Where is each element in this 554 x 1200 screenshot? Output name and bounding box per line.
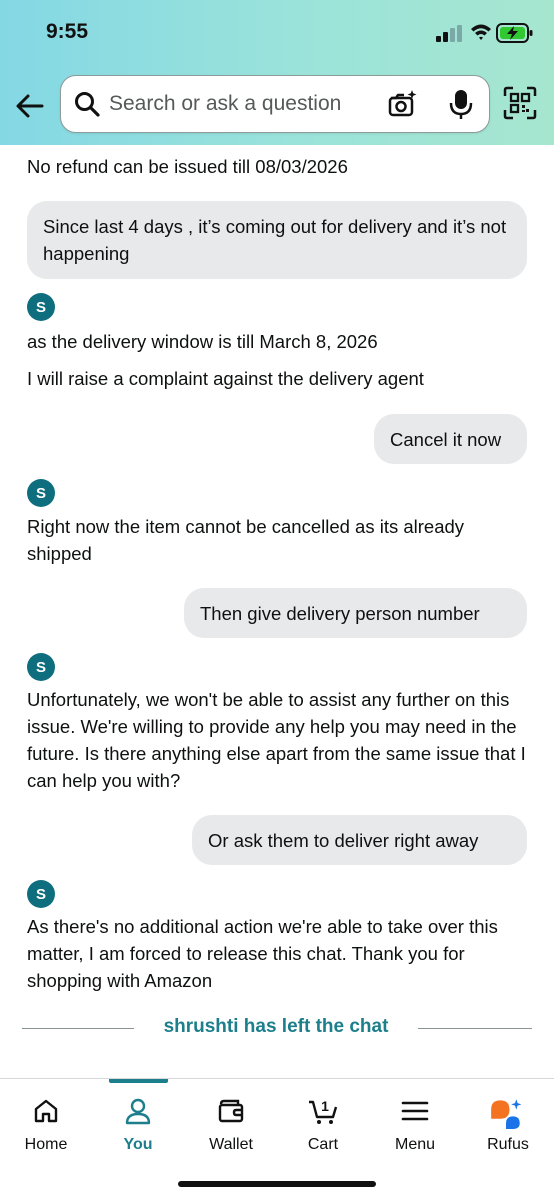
search-icon	[75, 92, 100, 117]
camera-search-icon[interactable]	[387, 89, 417, 119]
chat-left-notice: shrushti has left the chat	[163, 1016, 389, 1037]
nav-label: Rufus	[487, 1136, 529, 1153]
person-icon	[125, 1098, 151, 1125]
nav-label: Cart	[307, 1136, 339, 1153]
search-input[interactable]	[109, 88, 369, 120]
nav-label: You	[123, 1136, 153, 1153]
nav-home[interactable]: Home	[0, 1079, 92, 1169]
cart-badge: 1	[321, 1098, 329, 1114]
agent-message: as the delivery window is till March 8, …	[27, 331, 378, 352]
rufus-icon	[491, 1099, 522, 1129]
user-message: Or ask them to deliver right away	[192, 815, 527, 865]
nav-cart[interactable]: 1 Cart	[277, 1079, 369, 1169]
status-time: 9:55	[46, 20, 89, 43]
menu-icon	[401, 1101, 429, 1121]
agent-message: Unfortunately, we won't be able to assis…	[27, 689, 526, 791]
wallet-icon	[218, 1099, 244, 1123]
nav-label: Menu	[394, 1136, 436, 1153]
cellular-signal-icon	[436, 25, 462, 42]
agent-message: I will raise a complaint against the del…	[27, 368, 424, 389]
user-message: Since last 4 days , it’s coming out for …	[27, 201, 527, 279]
nav-label: Wallet	[209, 1136, 253, 1153]
nav-rufus[interactable]: Rufus	[462, 1079, 554, 1169]
status-bar: 9:55	[0, 0, 554, 62]
agent-avatar: S	[27, 880, 55, 908]
nav-menu[interactable]: Menu	[369, 1079, 461, 1169]
agent-message: Right now the item cannot be cancelled a…	[27, 516, 465, 564]
agent-message: As there's no additional action we're ab…	[27, 916, 498, 991]
divider-line	[418, 1028, 532, 1029]
cart-icon: 1	[309, 1098, 338, 1124]
divider-line	[22, 1028, 134, 1029]
agent-message: No refund can be issued till 08/03/2026	[27, 156, 348, 177]
search-bar[interactable]	[60, 75, 490, 133]
nav-you[interactable]: You	[92, 1079, 184, 1169]
agent-avatar: S	[27, 293, 55, 321]
microphone-icon[interactable]	[447, 88, 475, 120]
user-message: Then give delivery person number	[184, 588, 527, 638]
nav-wallet[interactable]: Wallet	[185, 1079, 277, 1169]
user-message: Cancel it now	[374, 414, 527, 464]
qr-scan-icon[interactable]	[503, 86, 537, 120]
home-icon	[34, 1099, 58, 1123]
nav-label: Home	[24, 1136, 68, 1153]
nav-active-indicator	[109, 1079, 168, 1083]
back-arrow-icon[interactable]	[14, 90, 46, 122]
header: 9:55	[0, 0, 554, 145]
agent-avatar: S	[27, 479, 55, 507]
home-indicator[interactable]	[178, 1181, 376, 1187]
wifi-icon	[471, 24, 491, 40]
battery-charging-icon	[496, 23, 533, 43]
agent-avatar: S	[27, 653, 55, 681]
